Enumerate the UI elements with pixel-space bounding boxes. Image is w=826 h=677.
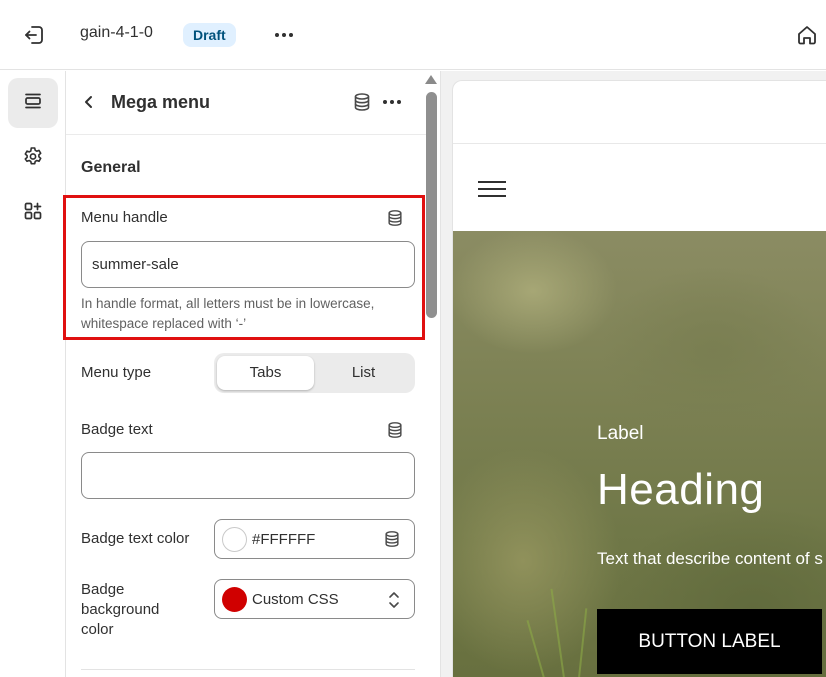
hamburger-menu-icon[interactable] xyxy=(478,181,506,197)
badge-text-input[interactable] xyxy=(81,452,415,499)
database-icon[interactable] xyxy=(383,530,401,548)
color-swatch[interactable] xyxy=(222,587,247,612)
panel-scrollbar-thumb[interactable] xyxy=(426,92,437,318)
database-icon[interactable] xyxy=(386,421,404,439)
menu-type-option-tabs[interactable]: Tabs xyxy=(217,356,314,390)
more-horizontal-icon[interactable] xyxy=(272,23,296,47)
badge-text-color-label: Badge text color xyxy=(81,530,190,547)
badge-background-color-label: Badge background color xyxy=(81,580,159,640)
badge-text-color-value: #FFFFFF xyxy=(252,531,316,548)
sections-button[interactable] xyxy=(8,78,58,128)
grass-blade xyxy=(550,588,565,677)
theme-name: gain-4-1-0 xyxy=(80,24,153,41)
label-line: color xyxy=(81,621,114,638)
menu-type-segmented-control: Tabs List xyxy=(214,353,415,393)
apps-button[interactable] xyxy=(8,188,58,238)
scroll-up-arrow-icon[interactable] xyxy=(425,75,437,84)
sections-icon xyxy=(23,91,43,116)
database-icon[interactable] xyxy=(352,92,372,112)
section-title: General xyxy=(81,159,141,176)
left-rail xyxy=(0,71,66,677)
panel-title: Mega menu xyxy=(111,92,211,112)
menu-type-label: Menu type xyxy=(81,364,152,381)
more-horizontal-icon[interactable] xyxy=(381,91,403,113)
grass-blade xyxy=(578,608,588,677)
badge-background-color-select[interactable]: Custom CSS xyxy=(214,579,415,619)
top-bar: gain-4-1-0 Draft xyxy=(0,0,826,70)
home-icon[interactable] xyxy=(796,24,818,46)
exit-icon[interactable] xyxy=(22,23,46,47)
gear-icon xyxy=(23,146,43,171)
preview-frame: Label Heading Text that describe content… xyxy=(452,80,826,677)
label-line: Badge xyxy=(81,581,125,598)
hero-banner: Label Heading Text that describe content… xyxy=(453,231,826,677)
panel-header: Mega menu xyxy=(66,71,426,135)
hero-label: Label xyxy=(597,423,644,444)
back-chevron-icon[interactable] xyxy=(80,93,98,111)
menu-type-option-list[interactable]: List xyxy=(315,356,412,390)
hero-description: Text that describe content of s xyxy=(597,549,823,568)
divider xyxy=(81,669,415,670)
grass-blade xyxy=(526,620,545,677)
settings-panel: Mega menu General Menu handle summer-sal… xyxy=(66,71,441,677)
divider xyxy=(453,143,826,144)
color-swatch[interactable] xyxy=(222,527,247,552)
status-badge: Draft xyxy=(183,23,236,47)
select-chevron-icon xyxy=(387,590,401,610)
badge-background-color-value: Custom CSS xyxy=(252,591,339,608)
label-line: background xyxy=(81,601,160,618)
highlight-box xyxy=(63,195,425,340)
hero-heading: Heading xyxy=(597,465,765,514)
badge-text-color-input[interactable]: #FFFFFF xyxy=(214,519,415,559)
apps-add-icon xyxy=(23,201,43,226)
badge-text-label: Badge text xyxy=(81,421,153,438)
hero-button[interactable]: BUTTON LABEL xyxy=(597,609,822,674)
theme-settings-button[interactable] xyxy=(8,133,58,183)
